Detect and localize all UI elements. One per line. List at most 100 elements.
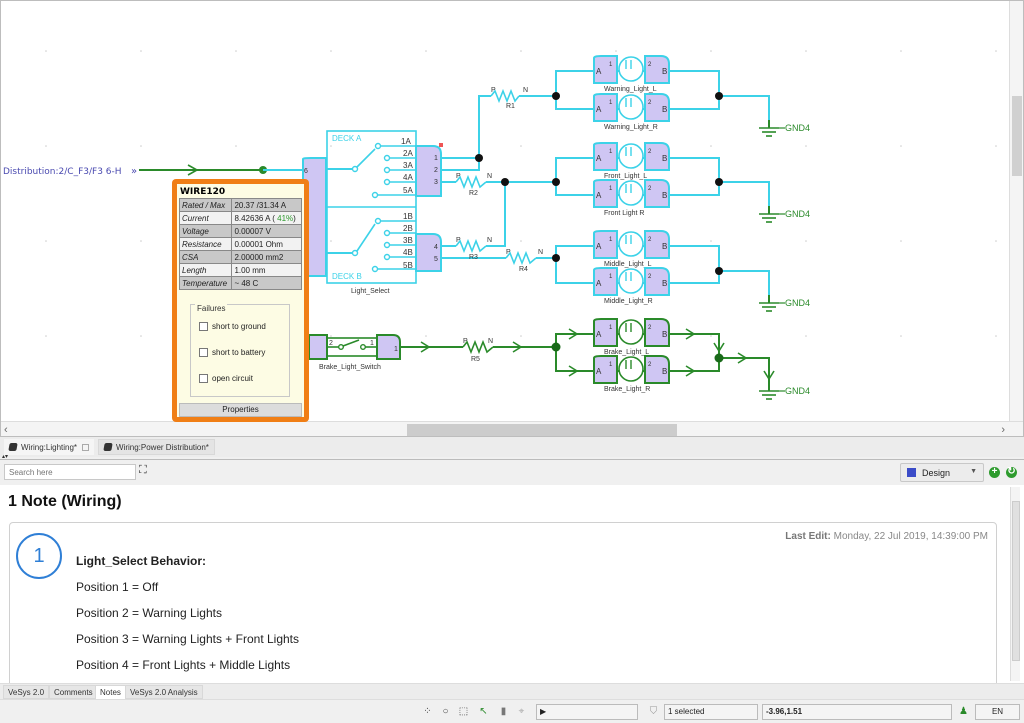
pin-label: 2B [403,224,413,233]
junction-node[interactable] [715,92,723,100]
pin-label: B [662,242,667,251]
switch-name-label: Brake_Light_Switch [319,364,381,371]
ground-label: GND4 [785,209,810,219]
wiring-doc-icon [8,443,18,451]
scroll-thumb[interactable] [407,424,677,436]
checkbox-box[interactable] [199,374,208,383]
pointer-icon[interactable]: ↖ [478,706,489,717]
junction-node[interactable] [552,92,560,100]
lasso-icon[interactable]: ○ [440,706,451,717]
resistor-name: R4 [519,266,528,273]
binoculars-search-icon[interactable]: ⛶ [139,464,147,477]
refresh-icon[interactable]: ↻ [1006,467,1017,478]
note-card[interactable]: 1 Last Edit: Monday, 22 Jul 2019, 14:39:… [9,522,997,683]
pin-label: 2A [403,149,413,158]
scroll-thumb[interactable] [1012,501,1020,661]
pin-label: A [596,367,602,376]
pin-label: A [596,154,602,163]
junction-node[interactable] [552,254,560,262]
pin-label: B [662,67,667,76]
junction-node[interactable] [715,267,723,275]
horizontal-scrollbar[interactable]: ‹ › [1,421,1023,436]
checkbox-box[interactable] [199,322,208,331]
table-row: Length 1.00 mm [178,263,302,277]
user-icon[interactable]: ♟ [958,706,969,717]
layer-icon[interactable]: ▮ [498,706,509,717]
short-to-ground-checkbox[interactable]: short to ground [199,322,266,331]
close-tab-icon[interactable] [82,443,90,451]
failures-group: Failures short to ground short to batter… [190,304,290,397]
table-row: Current 8.42636 A ( 41%) [178,211,302,225]
play-icon[interactable]: ▶ [540,707,546,716]
schematic-canvas[interactable]: Distribution:2/C_F3/F3 6-H » 6 DECK A DE… [0,0,1024,437]
scroll-thumb[interactable] [1012,96,1022,176]
open-circuit-checkbox[interactable]: open circuit [199,374,253,383]
checkbox-box[interactable] [199,348,208,357]
resistor-name: R3 [469,254,478,261]
row-key: Temperature [178,276,233,290]
pin-label: 1B [403,212,413,221]
junction-node[interactable] [501,178,509,186]
tab-wiring-power-distribution[interactable]: Wiring:Power Distribution* [98,439,215,455]
junction-node[interactable] [552,178,560,186]
crosshair-icon[interactable]: ⌖ [516,706,527,717]
junction-node[interactable] [715,178,723,186]
short-to-battery-checkbox[interactable]: short to battery [199,348,265,357]
pin-label: A [596,105,602,114]
mode-select[interactable]: Design ▼ [900,463,984,482]
filter-icon[interactable]: ⛉ [648,706,659,717]
add-note-icon[interactable]: + [989,467,1000,478]
pin-label: B [662,279,667,288]
pin-label: 4A [403,173,413,182]
last-edit-label: Last Edit: [785,531,831,542]
vertical-scrollbar[interactable] [1009,1,1023,421]
row-key: Voltage [178,224,233,238]
row-value: 8.42636 A ( 41%) [231,211,302,225]
ground-label: GND4 [785,298,810,308]
tab-comments[interactable]: Comments [49,685,98,699]
lamp-name-label: Brake_Light_R [604,386,650,393]
connector-a[interactable]: 1 2 3 [415,143,443,197]
row-value: 0.00001 Ohm [231,237,302,251]
wiring-doc-icon [103,443,113,451]
wire-properties-table: Rated / Max 20.37 /31.34 A Current 8.42636… [178,198,302,290]
simulation-play-button[interactable]: ▶ [536,704,638,720]
junction-node[interactable] [475,154,483,162]
switch-name-label: Light_Select [351,288,390,295]
row-value: 20.37 /31.34 A [231,198,302,212]
grid-icon[interactable]: ⁘ [422,706,433,717]
pin-label: 5A [403,186,413,195]
pin-label: 1 [394,346,398,353]
notes-panel: 1 Note (Wiring) 1 Last Edit: Monday, 22 … [0,485,1024,683]
scroll-right-icon[interactable]: › [1001,422,1005,436]
selection-rect-icon[interactable]: ⬚ [458,706,469,717]
tab-label: Wiring:Lighting* [21,442,78,452]
resistor-name: R2 [469,190,478,197]
junction-node[interactable] [714,353,724,363]
checkbox-label: open circuit [212,374,253,383]
wiring-schematic[interactable]: Distribution:2/C_F3/F3 6-H » 6 DECK A DE… [1,1,1011,421]
tab-vesys[interactable]: VeSys 2.0 [3,685,50,699]
row-key: Rated / Max [178,198,233,212]
tab-vesys-analysis[interactable]: VeSys 2.0 Analysis [125,685,203,699]
input-net-label[interactable]: Distribution:2/C_F3/F3 6-H [3,167,122,177]
tab-notes[interactable]: Notes [95,685,126,699]
note-line: Position 1 = Off [76,580,159,594]
properties-button[interactable]: Properties [179,403,302,417]
junction-node[interactable] [551,342,561,352]
language-indicator[interactable]: EN [975,704,1020,720]
scroll-left-icon[interactable]: ‹ [4,422,8,436]
search-input[interactable] [4,464,136,480]
lamp-warning-light-r[interactable]: A1 2BWarning_Light_R [593,93,670,131]
notes-scrollbar[interactable] [1010,487,1020,681]
row-key: Current [178,211,233,225]
resistor-name: R5 [471,356,480,363]
status-bar: ⁘ ○ ⬚ ↖ ▮ ⌖ ▶ ⛉ 1 selected -3.96,1.51 ♟ … [0,699,1024,723]
pin-label: P [456,237,461,244]
wire-info-popup: WIRE120 Rated / Max 20.37 /31.34 A Curren… [172,179,309,422]
pin-label: 5 [434,256,438,263]
connector-b[interactable]: 4 5 [415,233,442,272]
pin-label: 4B [403,248,413,257]
selection-count: 1 selected [664,704,758,720]
tab-wiring-lighting[interactable]: Wiring:Lighting* [4,439,95,455]
